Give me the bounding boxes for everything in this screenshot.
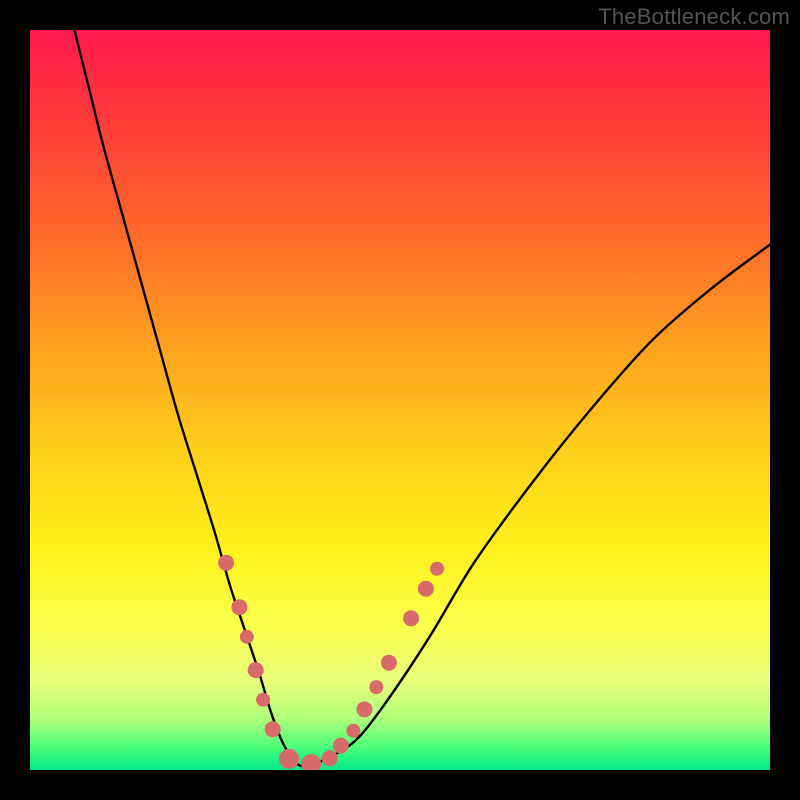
highlight-dot	[418, 581, 434, 597]
highlight-dot	[279, 749, 299, 769]
highlight-dot	[333, 738, 349, 754]
bottleneck-curve	[74, 30, 770, 766]
highlight-dots	[218, 555, 444, 770]
highlight-dot	[381, 655, 397, 671]
highlight-dot	[430, 562, 444, 576]
highlight-dot	[356, 701, 372, 717]
chart-frame: TheBottleneck.com	[0, 0, 800, 800]
highlight-dot	[218, 555, 234, 571]
highlight-dot	[256, 693, 270, 707]
highlight-dot	[248, 662, 264, 678]
chart-svg	[30, 30, 770, 770]
highlight-dot	[403, 610, 419, 626]
highlight-dot	[369, 680, 383, 694]
highlight-dot	[346, 724, 360, 738]
highlight-dot	[322, 750, 338, 766]
highlight-dot	[301, 754, 321, 770]
plot-area	[30, 30, 770, 770]
watermark-text: TheBottleneck.com	[598, 4, 790, 30]
highlight-dot	[265, 721, 281, 737]
highlight-dot	[231, 599, 247, 615]
highlight-dot	[240, 630, 254, 644]
